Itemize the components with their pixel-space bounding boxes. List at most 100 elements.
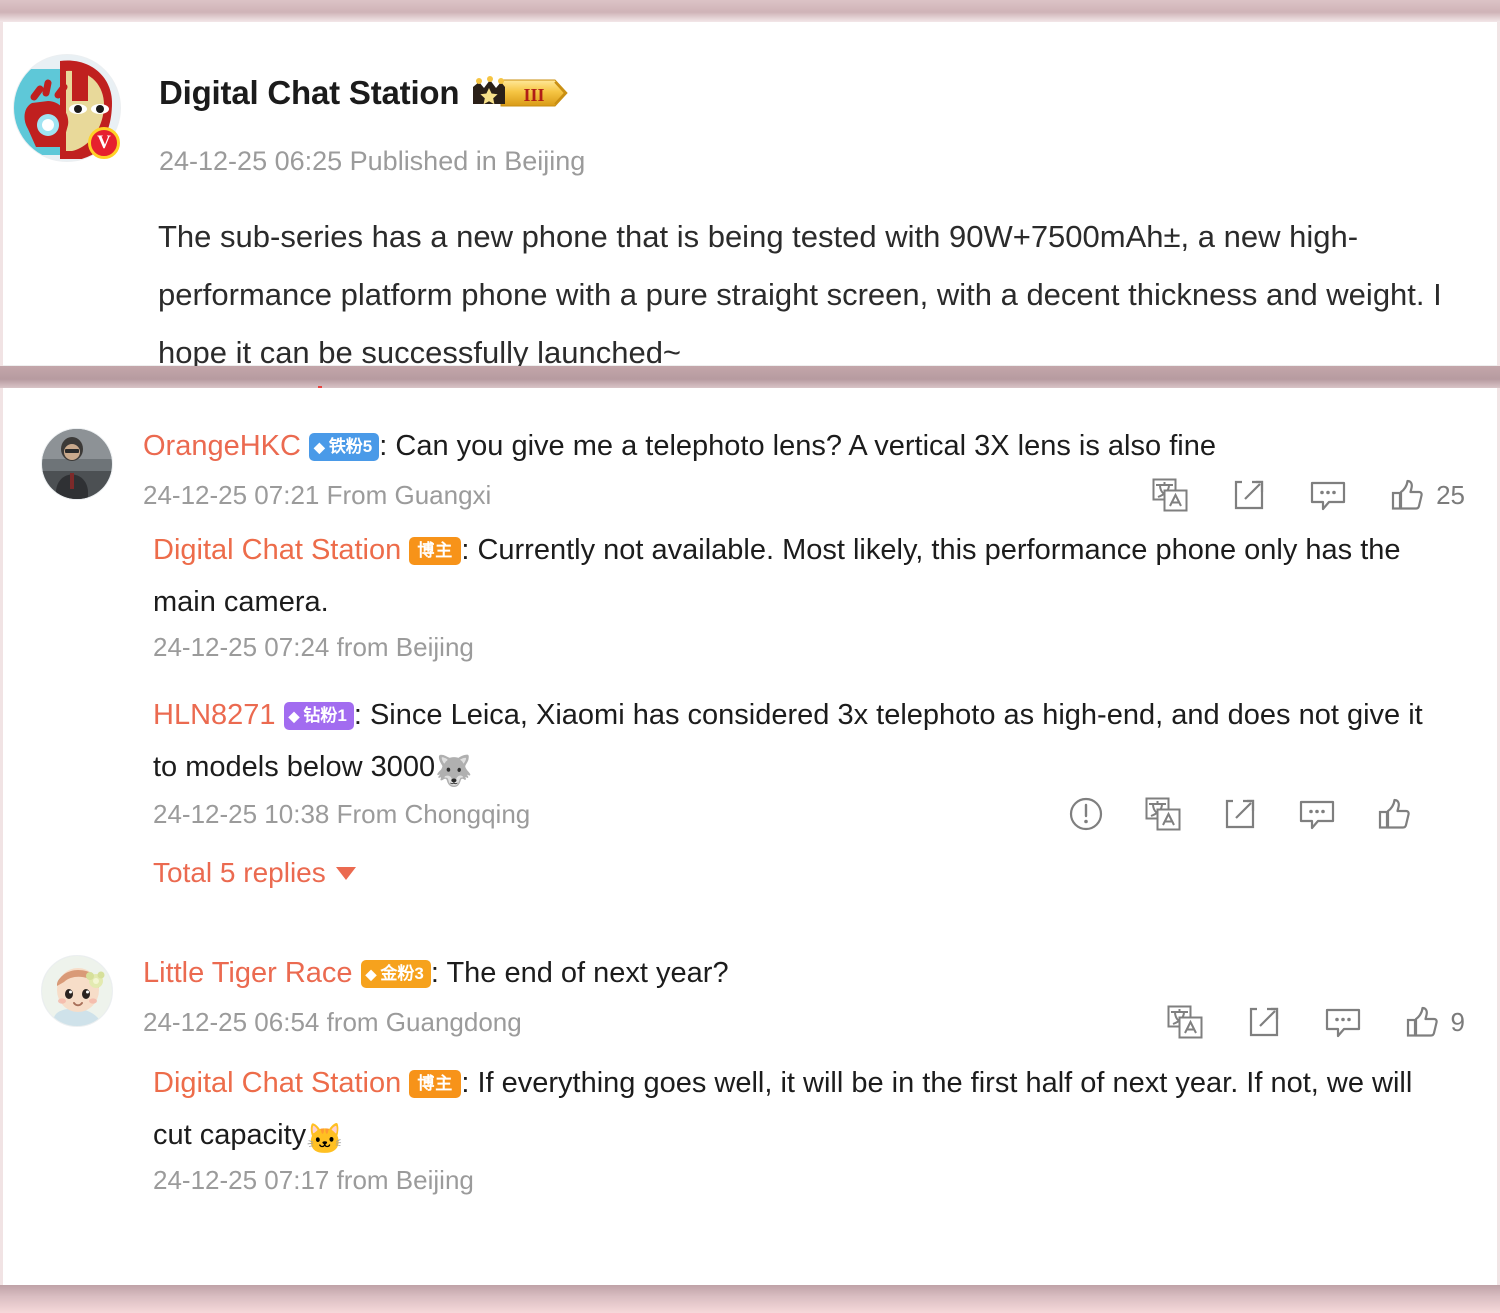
comment-body: Can you give me a telephoto lens? A vert… — [395, 430, 1216, 462]
reply-separator: : — [353, 699, 370, 731]
reply-text-line: Digital Chat Station 博主: Currently not a… — [153, 524, 1449, 628]
comment-item: OrangeHKC ◆ 铁粉5: Can you give me a teleph… — [3, 388, 1497, 895]
reply-actions — [1069, 797, 1449, 831]
translate-button[interactable] — [1152, 478, 1188, 512]
like-button[interactable]: 9 — [1405, 1005, 1465, 1039]
reply-item: Digital Chat Station 博主: If everything g… — [153, 1057, 1449, 1200]
reply-item: Digital Chat Station 博主: Currently not a… — [153, 524, 1449, 667]
verified-badge: V — [88, 127, 120, 159]
reply-separator: : — [461, 1067, 478, 1099]
share-icon — [1225, 799, 1255, 829]
like-button[interactable]: 25 — [1390, 478, 1465, 512]
fan-badge-label: 铁粉5 — [328, 437, 373, 456]
reply-button[interactable] — [1325, 1006, 1361, 1038]
reply-button[interactable] — [1310, 479, 1346, 511]
comment-icon — [1325, 1008, 1360, 1038]
comment-separator: : — [430, 957, 447, 989]
post-timestamp: 24-12-25 06:25 Published in Beijing — [159, 146, 586, 176]
translate-icon — [1152, 478, 1188, 512]
comment-timestamp: 24-12-25 06:54 from Guangdong — [143, 1006, 522, 1037]
reply-list: Digital Chat Station 博主: Currently not a… — [143, 512, 1473, 889]
reply-meta-row: 24-12-25 07:17 from Beijing — [153, 1161, 1449, 1196]
commenter-avatar[interactable] — [41, 428, 113, 500]
comment-actions: 25 — [1152, 478, 1473, 512]
comment-meta-row: 24-12-25 07:21 From Guangxi 25 — [143, 472, 1473, 512]
author-row: Digital Chat Station III — [159, 74, 571, 112]
comment-icon — [1310, 481, 1346, 511]
reply-list: Digital Chat Station 博主: If everything g… — [143, 1039, 1473, 1200]
reply-button[interactable] — [1299, 798, 1335, 830]
comment-body: The end of next year? — [446, 957, 729, 989]
comment-timestamp: 24-12-25 07:21 From Guangxi — [143, 479, 492, 510]
share-icon — [1234, 480, 1264, 510]
translate-button[interactable] — [1145, 797, 1181, 831]
comment-actions: 9 — [1167, 1005, 1473, 1039]
comment-content: Little Tiger Race ◆ 金粉3: The end of next … — [3, 947, 1497, 1200]
replier-name[interactable]: Digital Chat Station — [153, 1067, 401, 1099]
like-icon — [1378, 798, 1410, 829]
crown-level-text: III — [524, 85, 545, 105]
chevron-down-icon — [335, 866, 356, 880]
fan-badge-label: 钻粉1 — [303, 706, 347, 725]
like-icon — [1406, 1006, 1438, 1037]
share-button[interactable] — [1247, 1005, 1281, 1039]
report-button[interactable] — [1069, 797, 1103, 831]
person-photo-avatar-icon — [42, 429, 112, 499]
reply-text-line: HLN8271 ◆ 钻粉1: Since Leica, Xiaomi has co… — [153, 689, 1449, 793]
diamond-shape-icon: ◆ — [314, 439, 325, 455]
crown-level-badge[interactable]: III — [471, 76, 571, 110]
translate-icon — [1145, 797, 1181, 831]
reply-timestamp: 24-12-25 07:17 from Beijing — [153, 1165, 474, 1195]
gem-shape-icon: ◆ — [288, 708, 300, 724]
replier-name[interactable]: Digital Chat Station — [153, 534, 401, 566]
share-button[interactable] — [1223, 797, 1257, 831]
share-icon — [1249, 1007, 1278, 1037]
crown-icon: III — [473, 76, 569, 107]
translate-icon — [1167, 1005, 1203, 1039]
cartoon-boy-avatar-icon — [42, 956, 112, 1026]
reply-separator: : — [461, 534, 478, 566]
like-icon — [1391, 479, 1423, 510]
main-post: V Digital Chat Station III 24-12-25 06:2… — [3, 22, 1497, 370]
commenter-name[interactable]: OrangeHKC — [143, 430, 301, 462]
like-button[interactable] — [1377, 797, 1423, 831]
frame-band-middle — [0, 366, 1500, 388]
comment-separator: : — [379, 430, 396, 462]
share-button[interactable] — [1232, 478, 1266, 512]
translate-button[interactable] — [1167, 1005, 1203, 1039]
comment-text-line: OrangeHKC ◆ 铁粉5: Can you give me a teleph… — [143, 420, 1473, 472]
report-icon — [1069, 797, 1103, 831]
author-avatar[interactable]: V — [13, 54, 121, 162]
comment-item: Little Tiger Race ◆ 金粉3: The end of next … — [3, 895, 1497, 1200]
commenter-avatar[interactable] — [41, 955, 113, 1027]
fan-level-badge: ◆ 钻粉1 — [283, 702, 354, 730]
comments-list: OrangeHKC ◆ 铁粉5: Can you give me a teleph… — [3, 388, 1497, 1200]
weibo-post-screenshot: V Digital Chat Station III 24-12-25 06:2… — [0, 0, 1500, 1313]
gem-shape-icon: ◆ — [365, 966, 377, 982]
post-body-text: The sub-series has a new phone that is b… — [158, 219, 1442, 370]
comment-text-line: Little Tiger Race ◆ 金粉3: The end of next … — [143, 947, 1473, 999]
blogger-badge: 博主 — [409, 1070, 462, 1098]
cat-emoji-icon: 🐱 — [306, 1123, 344, 1156]
reply-meta-row: 24-12-25 10:38 From Chongqing — [153, 793, 1449, 831]
wolf-emoji-icon: 🐺 — [435, 755, 473, 788]
reply-meta-row: 24-12-25 07:24 from Beijing — [153, 628, 1449, 663]
commenter-name[interactable]: Little Tiger Race — [143, 957, 353, 989]
reply-item: HLN8271 ◆ 钻粉1: Since Leica, Xiaomi has co… — [153, 667, 1449, 835]
frame-band-bottom — [0, 1285, 1500, 1313]
author-name[interactable]: Digital Chat Station — [159, 74, 460, 112]
reply-text-line: Digital Chat Station 博主: If everything g… — [153, 1057, 1449, 1161]
fan-level-badge: ◆ 金粉3 — [360, 960, 431, 988]
reply-timestamp: 24-12-25 10:38 From Chongqing — [153, 798, 531, 829]
total-replies-label: Total 5 replies — [153, 857, 326, 888]
comment-icon — [1299, 800, 1335, 830]
like-count: 25 — [1436, 479, 1465, 510]
replier-name[interactable]: HLN8271 — [153, 699, 276, 731]
like-count: 9 — [1450, 1006, 1465, 1037]
comment-content: OrangeHKC ◆ 铁粉5: Can you give me a teleph… — [3, 420, 1497, 889]
fan-badge-label: 金粉3 — [380, 964, 424, 983]
total-replies-toggle[interactable]: Total 5 replies — [153, 835, 356, 889]
reply-timestamp: 24-12-25 07:24 from Beijing — [153, 632, 474, 662]
fan-level-badge: ◆ 铁粉5 — [309, 433, 380, 461]
comment-meta-row: 24-12-25 06:54 from Guangdong 9 — [143, 999, 1473, 1039]
